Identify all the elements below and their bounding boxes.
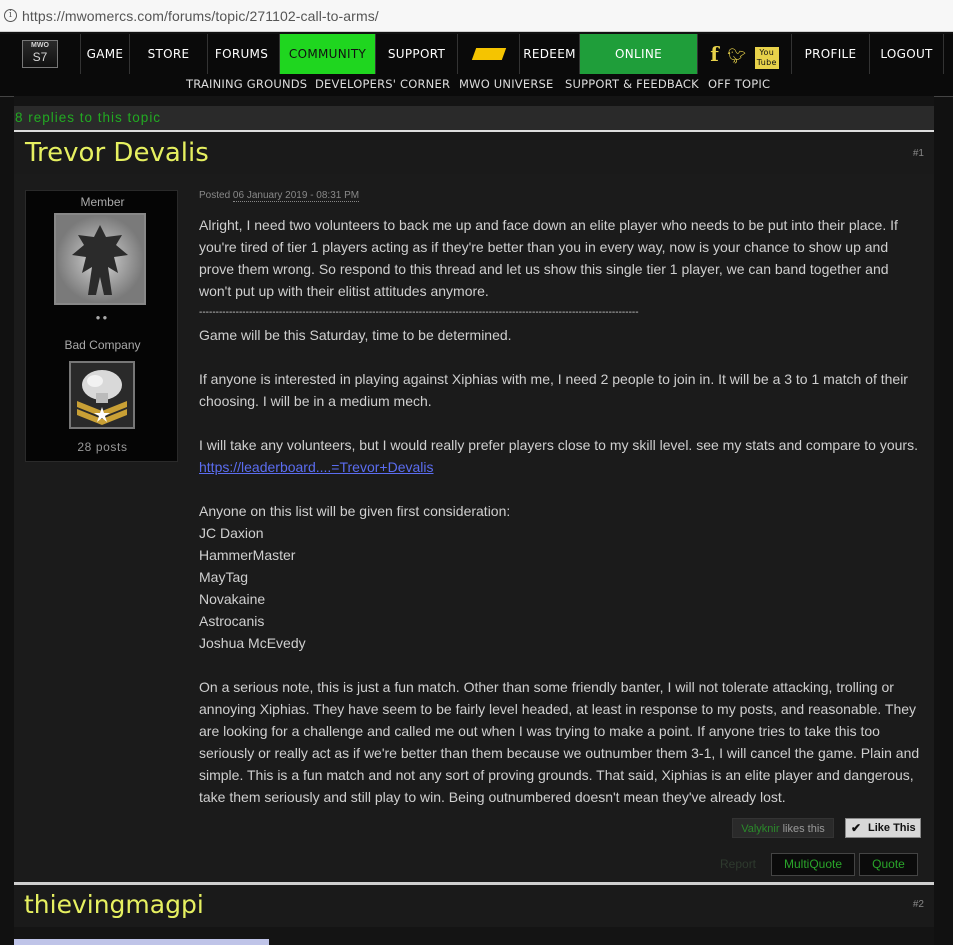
list-item: JC Daxion xyxy=(199,525,264,541)
posted-label: Posted xyxy=(199,190,231,201)
mech-silhouette-icon xyxy=(72,225,128,295)
checkmark-icon: ✔ xyxy=(851,821,862,835)
post-header-2: thievingmagpi #2 xyxy=(14,885,934,927)
logo-season: S7 xyxy=(32,50,48,64)
unit-badge xyxy=(69,361,135,429)
leaderboard-link[interactable]: https://leaderboard....=Trevor+Devalis xyxy=(199,459,434,475)
multiquote-button[interactable]: MultiQuote xyxy=(771,853,855,876)
subnav-training-grounds[interactable]: TRAINING GROUNDS xyxy=(186,77,307,91)
youtube-icon[interactable]: You Tube xyxy=(754,46,779,69)
like-button-label: Like This xyxy=(868,822,916,834)
subnav-mwo-universe[interactable]: MWO UNIVERSE xyxy=(459,77,554,91)
likes-summary: Valyknir likes this xyxy=(732,818,834,838)
post-author-2[interactable]: thievingmagpi xyxy=(24,890,204,919)
author-info-panel: Member ●● Bad Company 28 posts xyxy=(25,190,178,462)
url-text[interactable]: https://mwomercs.com/forums/topic/271102… xyxy=(22,8,379,24)
list-item: Astrocanis xyxy=(199,613,265,629)
liker-name[interactable]: Valyknir xyxy=(741,823,779,835)
avatar[interactable] xyxy=(54,213,146,305)
post-count: 28 posts xyxy=(77,440,128,454)
social-icons: f 🐦︎ You Tube xyxy=(698,34,792,74)
post-number-2[interactable]: #2 xyxy=(913,899,924,910)
post-paragraph: Anyone on this list will be given first … xyxy=(199,503,511,519)
posted-timestamp: 06 January 2019 - 08:31 PM xyxy=(232,190,360,202)
post-separator: ----------------------------------------… xyxy=(199,307,639,318)
nav-redeem[interactable]: REDEEM xyxy=(520,34,580,74)
mech-credits-icon xyxy=(471,48,506,60)
info-icon[interactable]: i xyxy=(4,9,17,22)
posted-date: Posted 06 January 2019 - 08:31 PM xyxy=(199,190,360,202)
subnav-developers-corner[interactable]: DEVELOPERS' CORNER xyxy=(315,77,450,91)
rank-dots: ●● xyxy=(95,313,110,322)
browser-address-bar[interactable]: i https://mwomercs.com/forums/topic/2711… xyxy=(0,0,953,32)
list-item: Joshua McEvedy xyxy=(199,635,306,651)
post-header: Trevor Devalis #1 xyxy=(14,132,934,174)
logo-text: MWO xyxy=(31,42,49,49)
unit-badge-icon xyxy=(77,370,127,425)
replies-count: 8 replies to this topic xyxy=(15,110,162,125)
facebook-icon[interactable]: f xyxy=(710,42,719,66)
post-paragraph: On a serious note, this is just a fun ma… xyxy=(199,679,920,805)
post-paragraph: Alright, I need two volunteers to back m… xyxy=(199,217,898,299)
nav-forums[interactable]: FORUMS xyxy=(204,34,280,74)
nav-game[interactable]: GAME xyxy=(80,34,130,74)
post-paragraph: If anyone is interested in playing again… xyxy=(199,371,908,409)
report-link[interactable]: Report xyxy=(720,857,756,871)
forum-subnav: TRAINING GROUNDS DEVELOPERS' CORNER MWO … xyxy=(0,74,953,97)
post-content: Alright, I need two volunteers to back m… xyxy=(199,214,924,808)
nav-mc-icon-item[interactable] xyxy=(458,34,520,74)
nav-support[interactable]: SUPPORT xyxy=(376,34,458,74)
quote-button[interactable]: Quote xyxy=(859,853,918,876)
list-item: HammerMaster xyxy=(199,547,296,563)
member-group: Member xyxy=(80,195,125,209)
nav-online[interactable]: ONLINE xyxy=(580,34,698,74)
nav-community[interactable]: COMMUNITY xyxy=(280,34,376,74)
subnav-support-feedback[interactable]: SUPPORT & FEEDBACK xyxy=(565,77,699,91)
post-paragraph: I will take any volunteers, but I would … xyxy=(199,437,918,453)
bottom-strip xyxy=(14,939,269,945)
list-item: MayTag xyxy=(199,569,249,585)
nav-profile[interactable]: PROFILE xyxy=(792,34,870,74)
post-author[interactable]: Trevor Devalis xyxy=(25,138,209,168)
post-paragraph: Game will be this Saturday, time to be d… xyxy=(199,327,512,343)
post-number[interactable]: #1 xyxy=(913,148,924,159)
subnav-off-topic[interactable]: OFF TOPIC xyxy=(708,77,770,91)
like-button[interactable]: ✔ Like This xyxy=(845,818,921,838)
main-nav: MWO S7 GAME STORE FORUMS COMMUNITY SUPPO… xyxy=(0,34,953,74)
nav-logout[interactable]: LOGOUT xyxy=(870,34,944,74)
replies-bar: 8 replies to this topic xyxy=(14,106,934,132)
list-item: Novakaine xyxy=(199,591,266,607)
unit-name[interactable]: Bad Company xyxy=(26,338,179,352)
twitter-icon[interactable]: 🐦︎ xyxy=(727,47,746,65)
mwo-logo[interactable]: MWO S7 xyxy=(22,40,58,68)
likes-suffix: likes this xyxy=(779,823,825,835)
nav-store[interactable]: STORE xyxy=(130,34,208,74)
